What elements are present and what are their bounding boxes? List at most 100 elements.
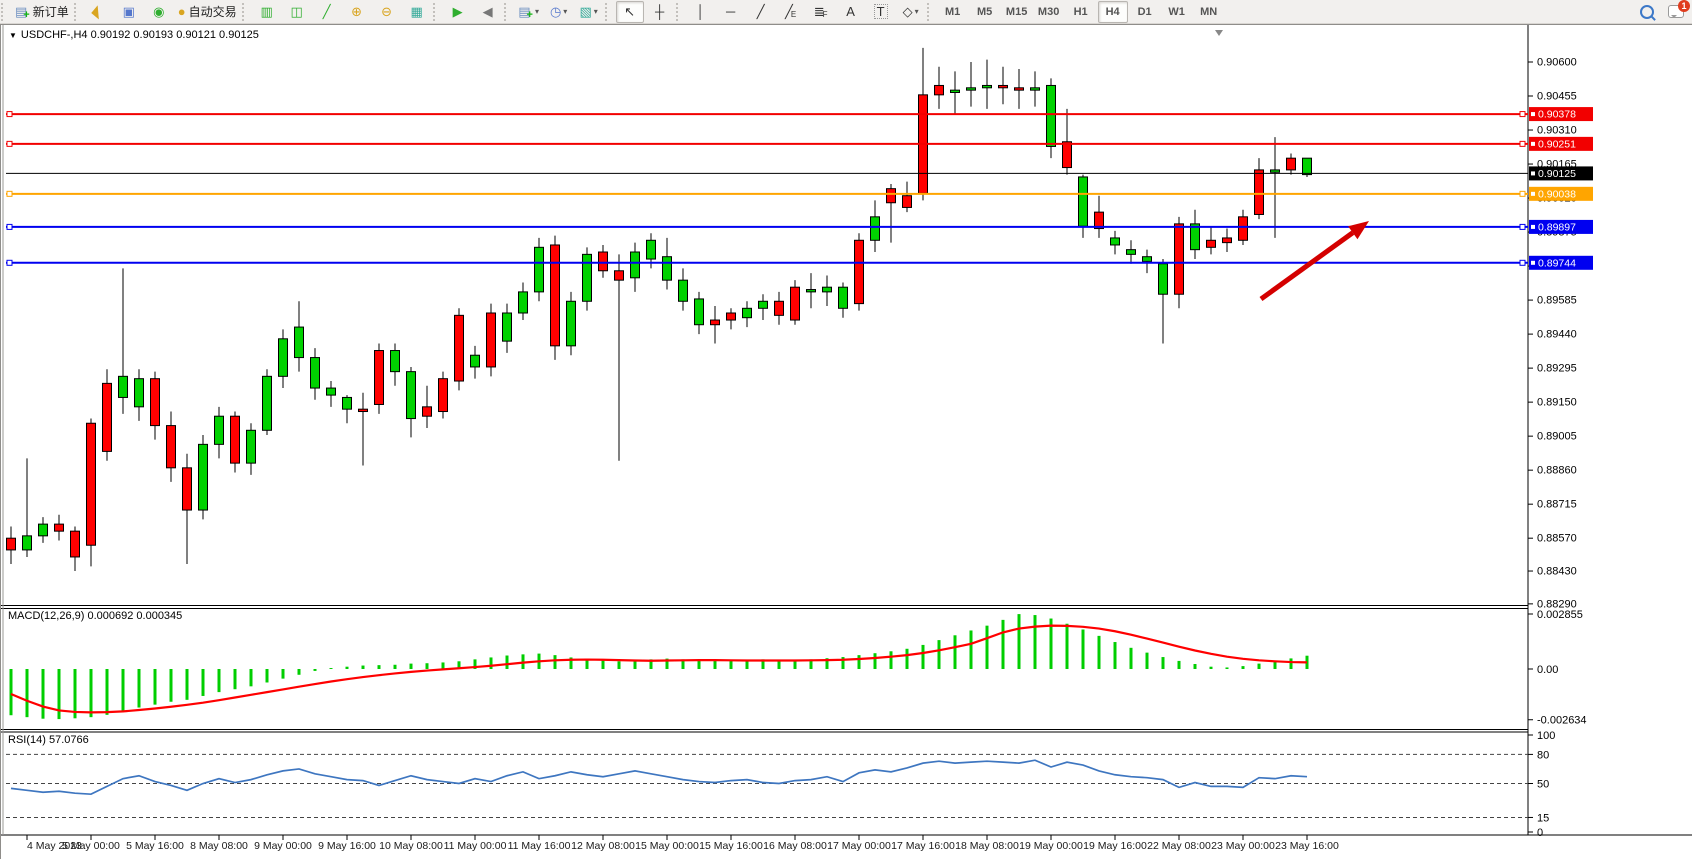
trend-arrow-shaft[interactable] <box>1261 233 1353 299</box>
rsi-axis-label: 15 <box>1537 812 1549 824</box>
bar-chart-button[interactable]: ▥ <box>253 1 281 23</box>
candle-body <box>855 240 864 303</box>
label-tool-button[interactable]: T <box>867 1 895 23</box>
macd-axis-label: 0.002855 <box>1537 609 1583 621</box>
hline-tool-button[interactable]: ─ <box>717 1 745 23</box>
hline-handle[interactable] <box>1520 224 1525 229</box>
time-axis-label: 23 May 16:00 <box>1275 840 1339 852</box>
candle-body <box>343 397 352 409</box>
candle-body <box>615 271 624 280</box>
periods-button[interactable]: ◷ ▾ <box>545 1 573 23</box>
rsi-axis-label: 100 <box>1537 730 1555 742</box>
candle-body <box>407 372 416 419</box>
chart-shift-button[interactable]: ◀ <box>474 1 502 23</box>
candlestick-button[interactable]: ◫ <box>283 1 311 23</box>
macd-axis-label: -0.002634 <box>1537 715 1587 727</box>
candlestick-icon: ◫ <box>290 5 302 18</box>
candle-body <box>151 379 160 426</box>
chart-menu-icon[interactable]: ▼ <box>9 31 17 40</box>
auto-scroll-button[interactable]: ▶ <box>444 1 472 23</box>
candle-body <box>599 252 608 271</box>
line-chart-button[interactable]: ╱ <box>313 1 341 23</box>
timeframe-button-M1[interactable]: M1 <box>938 1 968 23</box>
toolbar-grip <box>242 3 251 21</box>
hline-handle[interactable] <box>7 112 12 117</box>
hline-handle[interactable] <box>1520 260 1525 265</box>
search-icon[interactable] <box>1640 5 1654 19</box>
timeframe-button-M30[interactable]: M30 <box>1034 1 1064 23</box>
hline-handle[interactable] <box>7 191 12 196</box>
timeframe-button-M15[interactable]: M15 <box>1002 1 1032 23</box>
candle-body <box>1255 170 1264 215</box>
time-axis-label: 16 May 08:00 <box>763 840 827 852</box>
hline-handle[interactable] <box>1520 112 1525 117</box>
candle-body <box>807 290 816 292</box>
price-tick-label: 0.90310 <box>1537 125 1577 137</box>
price-tag-label: 0.90251 <box>1538 138 1576 150</box>
trendline-tool-button[interactable]: ╱ <box>747 1 775 23</box>
candle-body <box>199 444 208 510</box>
candle-body <box>727 313 736 320</box>
chart-shift-marker[interactable] <box>1215 30 1223 36</box>
zoom-in-button[interactable]: ⊕ <box>343 1 371 23</box>
chevron-down-icon: ▾ <box>563 7 567 16</box>
rsi-indicator-label: RSI(14) 57.0766 <box>8 734 89 746</box>
signals-button[interactable]: ◉ <box>145 1 173 23</box>
indicators-button[interactable]: ▤ + ▾ <box>515 1 543 23</box>
price-tick-label: 0.90455 <box>1537 91 1577 103</box>
timeframe-button-W1[interactable]: W1 <box>1162 1 1192 23</box>
arrows-tool-button[interactable]: ◇ ▾ <box>897 1 925 23</box>
fibonacci-tool-button[interactable]: ≣ F <box>807 1 835 23</box>
hline-handle[interactable] <box>7 260 12 265</box>
macd-axis-label: 0.00 <box>1537 664 1558 676</box>
candle-body <box>951 90 960 92</box>
candle-body <box>39 524 48 536</box>
timeframe-button-M5[interactable]: M5 <box>970 1 1000 23</box>
toolbar-grip <box>605 3 614 21</box>
metaeditor-button[interactable]: ▣ <box>115 1 143 23</box>
vertical-line-icon: │ <box>697 5 705 18</box>
crosshair-tool-button[interactable]: ┼ <box>646 1 674 23</box>
candle-body <box>87 423 96 545</box>
vline-tool-button[interactable]: │ <box>687 1 715 23</box>
time-axis-label: 12 May 08:00 <box>571 840 635 852</box>
hline-handle[interactable] <box>7 224 12 229</box>
candle-body <box>567 301 576 346</box>
time-axis-label: 19 May 16:00 <box>1083 840 1147 852</box>
text-tool-button[interactable]: A <box>837 1 865 23</box>
candle-body <box>327 388 336 395</box>
cursor-tool-button[interactable]: ↖ <box>616 1 644 23</box>
timeframe-button-MN[interactable]: MN <box>1194 1 1224 23</box>
rsi-axis-label: 0 <box>1537 827 1543 839</box>
hline-handle[interactable] <box>1520 141 1525 146</box>
macd-indicator-label: MACD(12,26,9) 0.000692 0.000345 <box>8 610 182 622</box>
chat-icon[interactable]: 1 <box>1668 5 1684 18</box>
candle-body <box>1127 250 1136 255</box>
autotrading-label: 自动交易 <box>189 3 237 20</box>
tile-windows-button[interactable]: ▦ <box>403 1 431 23</box>
timeframe-button-H4[interactable]: H4 <box>1098 1 1128 23</box>
timeframe-button-H1[interactable]: H1 <box>1066 1 1096 23</box>
channel-tool-button[interactable]: ╱ E <box>777 1 805 23</box>
price-tick-label: 0.88715 <box>1537 499 1577 511</box>
autotrading-button[interactable]: ● 自动交易 <box>175 1 240 23</box>
candle-body <box>999 85 1008 87</box>
timeframe-button-D1[interactable]: D1 <box>1130 1 1160 23</box>
profiles-button[interactable]: ◣ <box>85 1 113 23</box>
hline-handle[interactable] <box>7 141 12 146</box>
candle-body <box>695 299 704 325</box>
price-tag-square <box>1531 142 1535 146</box>
candle-body <box>279 339 288 377</box>
price-tick-label: 0.89005 <box>1537 431 1577 443</box>
candle-body <box>103 383 112 451</box>
new-order-button[interactable]: ▤ + 新订单 <box>12 1 72 23</box>
price-tag-label: 0.90125 <box>1538 168 1576 180</box>
chart-title[interactable]: ▼USDCHF-,H4 0.90192 0.90193 0.90121 0.90… <box>9 29 259 41</box>
channel-e-label: E <box>791 10 796 19</box>
zoom-out-button[interactable]: ⊖ <box>373 1 401 23</box>
candle-body <box>1207 240 1216 247</box>
timeframe-group: M1M5M15M30H1H4D1W1MN <box>937 1 1225 23</box>
time-axis-label: 9 May 00:00 <box>254 840 312 852</box>
templates-button[interactable]: ▧ ▾ <box>575 1 603 23</box>
hline-handle[interactable] <box>1520 191 1525 196</box>
